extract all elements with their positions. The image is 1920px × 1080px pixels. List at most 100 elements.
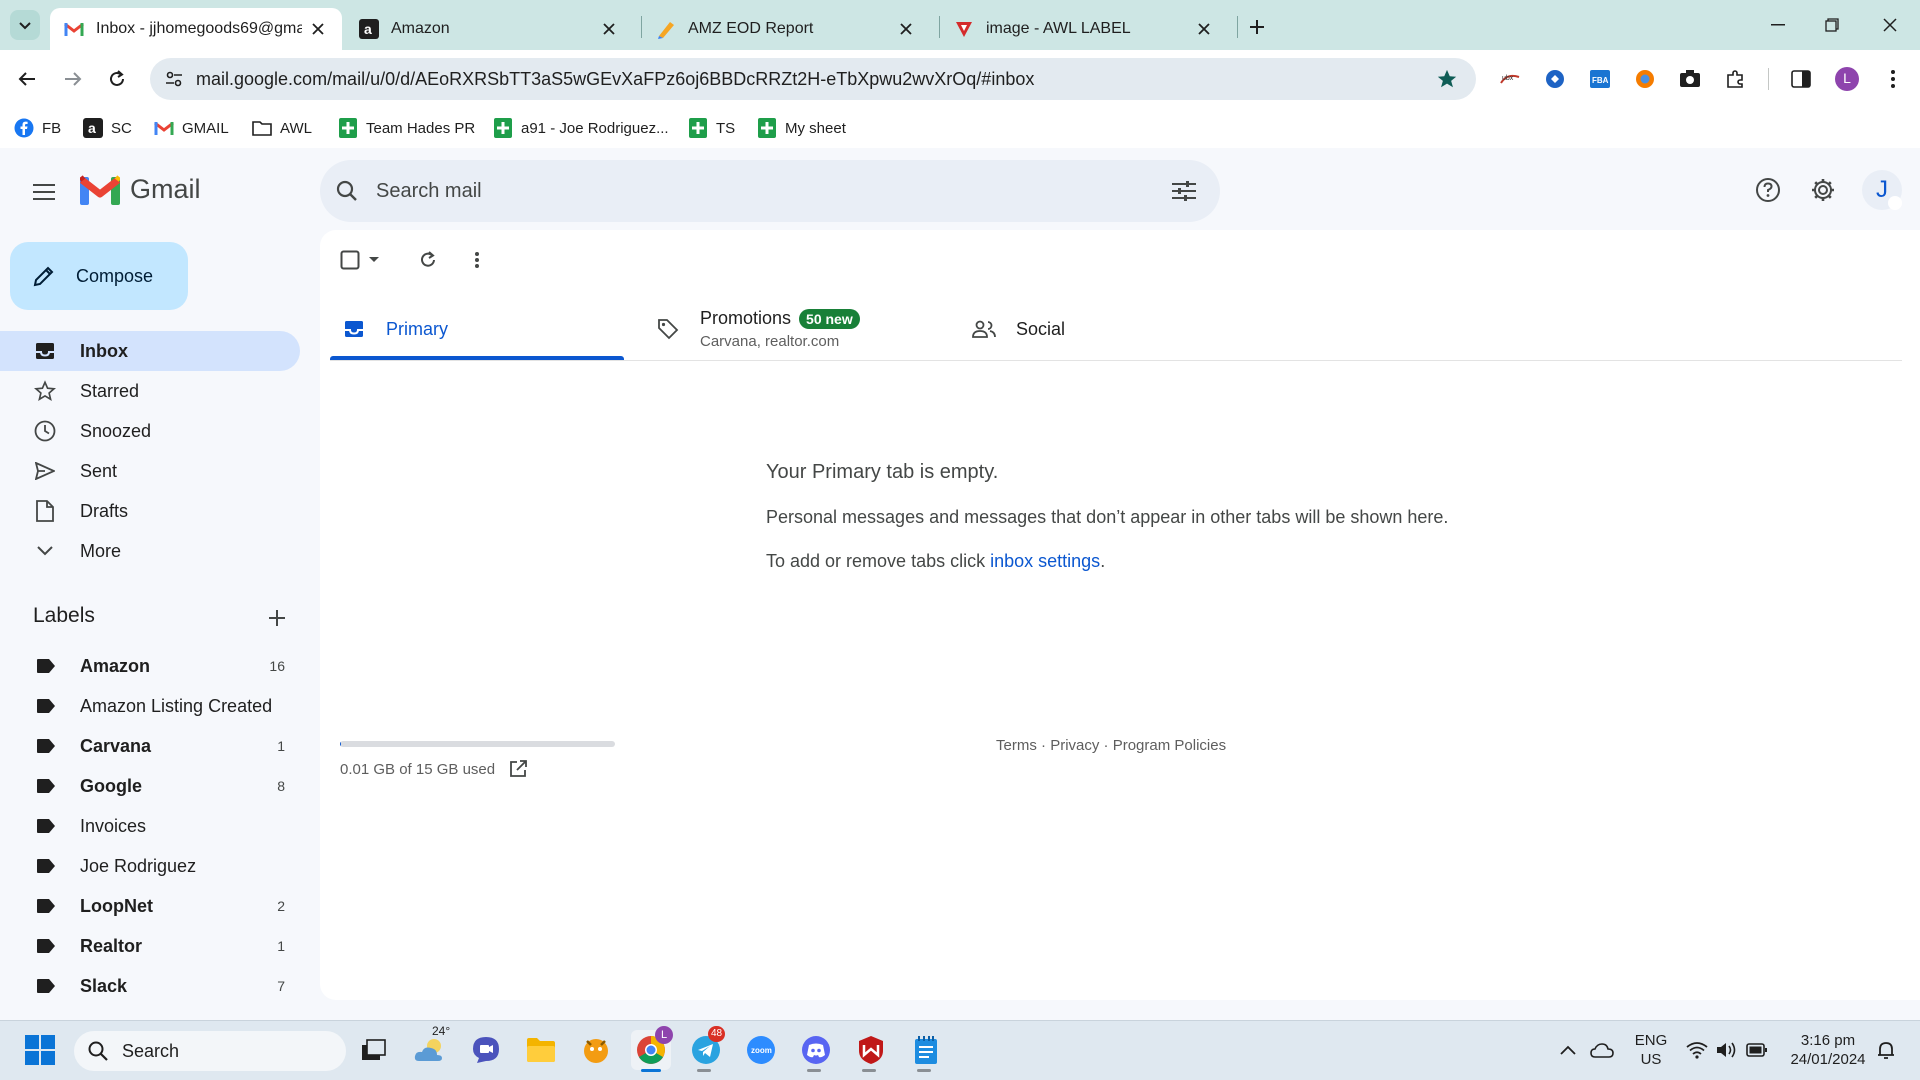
label-name: Joe Rodriguez bbox=[80, 855, 197, 876]
label-slack[interactable]: Slack 7 bbox=[0, 966, 300, 1006]
extension-icon[interactable]: ubx bbox=[1497, 66, 1523, 92]
fba-extension-icon[interactable]: FBA bbox=[1587, 66, 1613, 92]
tab-primary[interactable]: Primary bbox=[342, 298, 448, 360]
start-button[interactable] bbox=[20, 1030, 60, 1070]
wifi-icon[interactable] bbox=[1686, 1041, 1708, 1059]
support-button[interactable] bbox=[1748, 170, 1788, 210]
close-icon[interactable] bbox=[599, 19, 619, 39]
nav-drafts[interactable]: Drafts bbox=[0, 491, 300, 531]
taskbar-chat-app[interactable] bbox=[466, 1030, 506, 1070]
bookmark-star-icon[interactable] bbox=[1436, 68, 1458, 90]
taskbar-file-explorer[interactable] bbox=[521, 1030, 561, 1070]
bookmark-sc[interactable]: a SC bbox=[83, 114, 132, 142]
label-realtor[interactable]: Realtor 1 bbox=[0, 926, 300, 966]
gmail-logo[interactable]: Gmail bbox=[80, 174, 201, 205]
side-panel-icon[interactable] bbox=[1788, 66, 1814, 92]
new-tab-button[interactable] bbox=[1244, 14, 1270, 40]
language-indicator[interactable]: ENG US bbox=[1630, 1031, 1672, 1069]
bookmark-fb[interactable]: FB bbox=[14, 114, 61, 142]
search-options-icon[interactable] bbox=[1172, 180, 1196, 202]
tab-search-button[interactable] bbox=[10, 10, 40, 40]
taskbar-search[interactable]: Search bbox=[74, 1031, 346, 1071]
minimize-button[interactable] bbox=[1758, 10, 1798, 40]
notifications-icon[interactable] bbox=[1876, 1040, 1896, 1060]
label-carvana[interactable]: Carvana 1 bbox=[0, 726, 300, 766]
select-all-checkbox[interactable] bbox=[340, 250, 380, 270]
label-google[interactable]: Google 8 bbox=[0, 766, 300, 806]
label-loopnet[interactable]: LoopNet 2 bbox=[0, 886, 300, 926]
bookmark-team-hades[interactable]: Team Hades PR bbox=[338, 114, 475, 142]
taskbar-notepad[interactable] bbox=[906, 1030, 946, 1070]
bookmark-my-sheet[interactable]: My sheet bbox=[757, 114, 846, 142]
browser-tab-amazon[interactable]: a Amazon bbox=[345, 8, 633, 50]
bookmark-gmail[interactable]: GMAIL bbox=[154, 114, 229, 142]
volume-icon[interactable] bbox=[1716, 1041, 1738, 1059]
taskbar-discord[interactable] bbox=[796, 1030, 836, 1070]
close-icon[interactable] bbox=[896, 19, 916, 39]
site-info-icon[interactable] bbox=[164, 69, 184, 89]
terms-link[interactable]: Terms bbox=[996, 737, 1037, 754]
extension-icon[interactable] bbox=[1632, 66, 1658, 92]
label-amazon-listing-created[interactable]: Amazon Listing Created bbox=[0, 686, 300, 726]
profile-avatar[interactable]: L bbox=[1834, 66, 1860, 92]
extensions-puzzle-icon[interactable] bbox=[1722, 66, 1748, 92]
pencil-app-icon bbox=[656, 19, 676, 39]
label-invoices[interactable]: Invoices bbox=[0, 806, 300, 846]
tab-promotions[interactable]: Promotions 50 new Carvana, realtor.com bbox=[656, 298, 860, 360]
tab-label: Social bbox=[1016, 318, 1066, 339]
label-count: 7 bbox=[277, 978, 285, 994]
search-mail-bar[interactable]: Search mail bbox=[320, 160, 1220, 222]
back-button[interactable] bbox=[10, 62, 44, 96]
nav-sent[interactable]: Sent bbox=[0, 451, 300, 491]
account-avatar[interactable]: J bbox=[1862, 170, 1902, 210]
extension-icon[interactable] bbox=[1542, 66, 1568, 92]
inbox-settings-link[interactable]: inbox settings bbox=[990, 551, 1100, 571]
label-joe-rodriguez[interactable]: Joe Rodriguez bbox=[0, 846, 300, 886]
restore-button[interactable] bbox=[1812, 10, 1852, 40]
taskbar-telegram[interactable]: 48 bbox=[686, 1026, 726, 1070]
close-window-button[interactable] bbox=[1870, 10, 1910, 40]
program-policies-link[interactable]: Program Policies bbox=[1113, 737, 1226, 754]
onedrive-tray[interactable] bbox=[1582, 1030, 1622, 1070]
open-external-icon[interactable] bbox=[509, 760, 528, 778]
browser-menu-icon[interactable] bbox=[1880, 66, 1906, 92]
tab-title: Inbox - jjhomegoods69@gmail.com bbox=[96, 20, 302, 37]
clock[interactable]: 3:16 pm 24/01/2024 bbox=[1780, 1031, 1876, 1069]
browser-tab-inbox[interactable]: Inbox - jjhomegoods69@gmail.com bbox=[50, 8, 342, 50]
label-name: Realtor bbox=[80, 935, 143, 956]
nav-more[interactable]: More bbox=[0, 531, 300, 571]
compose-button[interactable]: Compose bbox=[10, 242, 188, 310]
refresh-button[interactable] bbox=[414, 246, 442, 274]
more-vertical-icon bbox=[475, 252, 479, 268]
address-bar[interactable]: mail.google.com/mail/u/0/d/AEoRXRSbTT3aS… bbox=[150, 58, 1476, 100]
task-view-button[interactable] bbox=[354, 1030, 394, 1070]
weather-widget[interactable]: 24° bbox=[410, 1024, 450, 1070]
taskbar-mcafee[interactable] bbox=[851, 1030, 891, 1070]
bookmark-awl-folder[interactable]: AWL bbox=[252, 114, 312, 142]
close-icon[interactable] bbox=[1194, 19, 1214, 39]
tab-social[interactable]: Social bbox=[972, 298, 1065, 360]
camera-extension-icon[interactable] bbox=[1677, 66, 1703, 92]
battery-icon[interactable] bbox=[1746, 1042, 1768, 1058]
browser-tab-awl-label[interactable]: image - AWL LABEL bbox=[940, 8, 1228, 50]
taskbar-zoom[interactable]: zoom bbox=[741, 1030, 781, 1070]
search-icon[interactable] bbox=[336, 180, 358, 202]
bookmark-ts[interactable]: TS bbox=[688, 114, 735, 142]
create-label-button[interactable] bbox=[262, 603, 292, 633]
settings-button[interactable] bbox=[1803, 170, 1843, 210]
taskbar-chrome[interactable]: L bbox=[631, 1026, 673, 1070]
forward-button[interactable] bbox=[56, 62, 90, 96]
close-icon[interactable] bbox=[308, 19, 328, 39]
nav-inbox[interactable]: Inbox bbox=[0, 331, 300, 371]
reload-button[interactable] bbox=[100, 62, 134, 96]
nav-starred[interactable]: Starred bbox=[0, 371, 300, 411]
bookmark-a91[interactable]: a91 - Joe Rodriguez... bbox=[493, 114, 669, 142]
main-menu-button[interactable] bbox=[24, 172, 64, 212]
privacy-link[interactable]: Privacy bbox=[1050, 737, 1099, 754]
tabs-divider bbox=[330, 360, 1902, 361]
label-amazon[interactable]: Amazon 16 bbox=[0, 646, 300, 686]
taskbar-app[interactable] bbox=[576, 1030, 616, 1070]
nav-snoozed[interactable]: Snoozed bbox=[0, 411, 300, 451]
more-options-button[interactable] bbox=[463, 246, 491, 274]
browser-tab-eod-report[interactable]: AMZ EOD Report bbox=[642, 8, 930, 50]
